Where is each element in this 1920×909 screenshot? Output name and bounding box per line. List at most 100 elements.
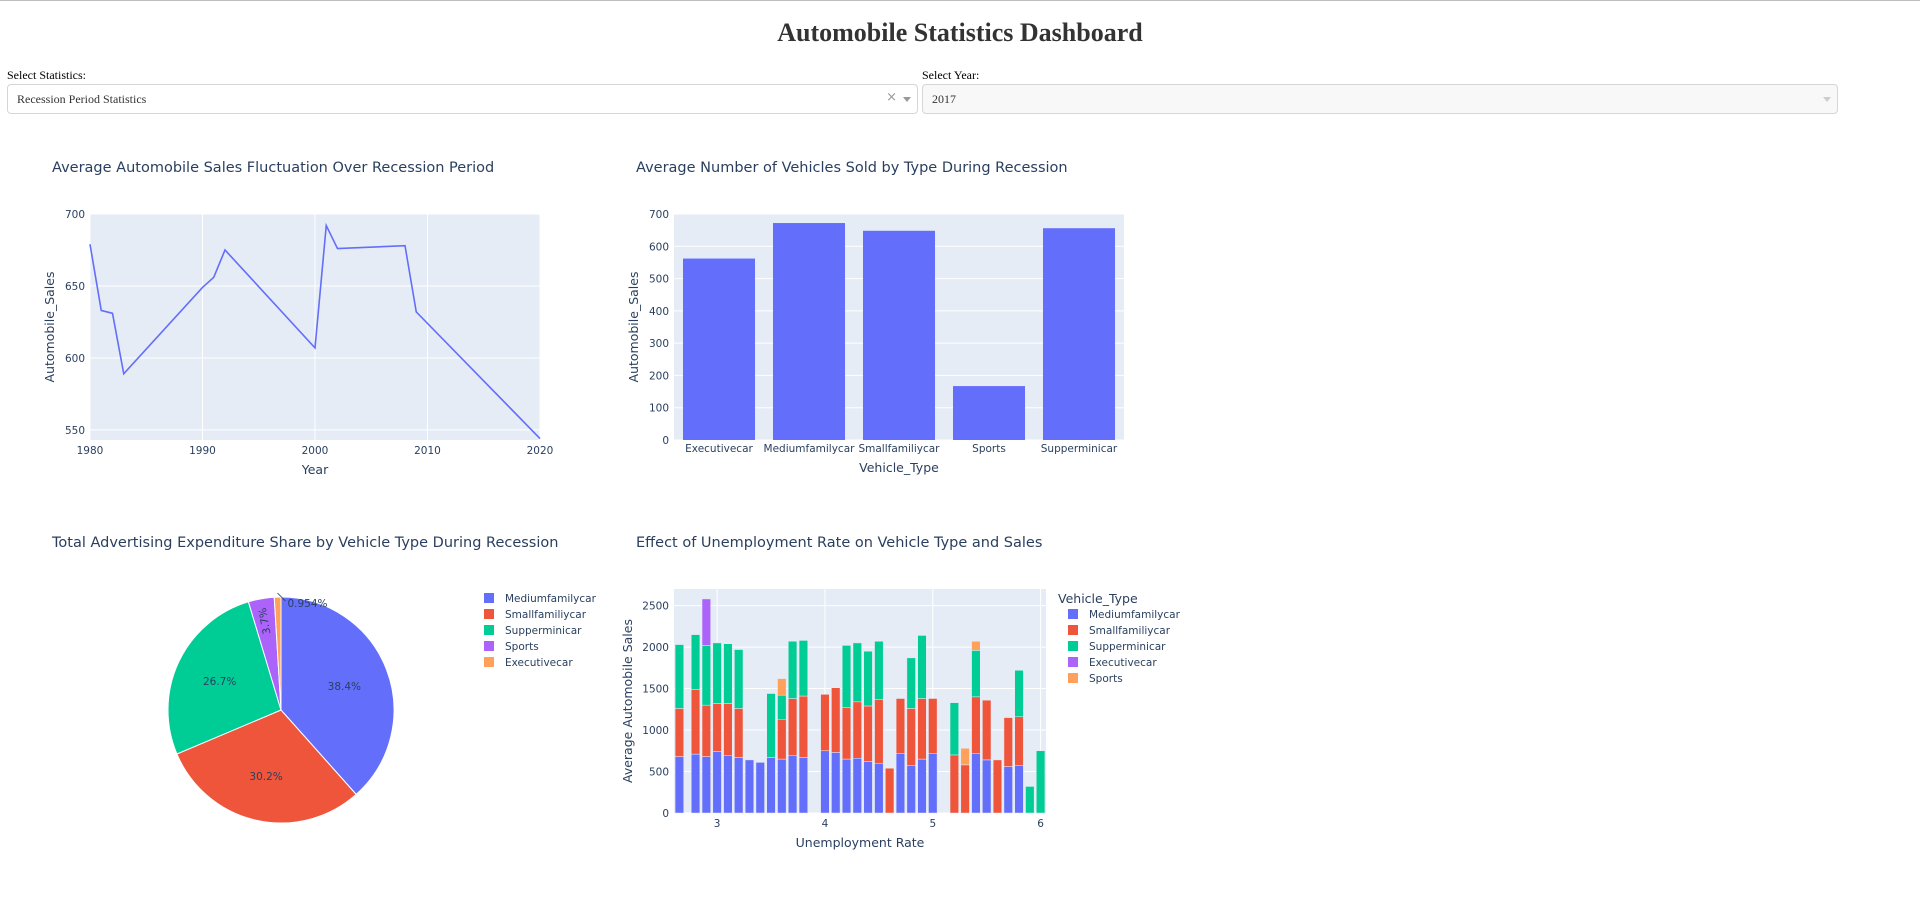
top-border — [0, 0, 1920, 1]
y-tick-label: 500 — [649, 767, 669, 779]
legend-swatch — [1068, 673, 1078, 683]
bar-segment — [831, 752, 841, 814]
x-tick-label: Executivecar — [685, 443, 753, 455]
select-statistics-dropdown[interactable]: Recession Period Statistics × — [7, 84, 918, 114]
x-tick-label: Supperminicar — [1041, 443, 1118, 455]
bar-segment — [701, 645, 711, 706]
bar-segment — [885, 767, 895, 814]
bar-segment — [852, 642, 862, 703]
bar — [1043, 228, 1115, 440]
legend-label: Executivecar — [1089, 657, 1157, 669]
bar-segment — [971, 650, 981, 698]
bar-segment — [1036, 750, 1046, 814]
bar-segment — [766, 693, 776, 758]
bar-segment — [712, 642, 722, 704]
chart-title: Effect of Unemployment Rate on Vehicle T… — [636, 535, 1042, 551]
bar-segment — [841, 645, 852, 708]
bar-segment — [798, 695, 808, 758]
bar-segment — [863, 650, 873, 707]
bar-segment — [674, 644, 684, 709]
x-tick-label: Mediumfamilycar — [764, 443, 856, 455]
bar-segment — [820, 750, 830, 814]
bar-segment — [734, 757, 744, 814]
select-year-dropdown[interactable]: 2017 — [922, 84, 1838, 114]
bar-segment — [766, 757, 776, 814]
legend-label: Supperminicar — [1089, 641, 1166, 653]
legend-label: Executivecar — [505, 657, 573, 669]
bar-segment — [798, 757, 808, 814]
y-tick-label: 500 — [649, 274, 669, 286]
x-tick-label: 4 — [822, 818, 829, 830]
bar-segment — [744, 759, 755, 814]
bar-segment — [971, 696, 981, 754]
clear-icon[interactable]: × — [886, 90, 897, 105]
y-axis-title: Automobile_Sales — [626, 272, 641, 383]
bar-segment — [982, 699, 992, 761]
page-title: Automobile Statistics Dashboard — [777, 18, 1143, 47]
bar-segment — [841, 707, 852, 760]
bar-segment — [863, 705, 873, 762]
legend-swatch — [1068, 625, 1078, 635]
y-tick-label: 1000 — [642, 725, 669, 737]
select-year-label: Select Year: — [922, 68, 980, 82]
legend-label: Smallfamiliycar — [505, 609, 587, 621]
bar-segment — [874, 762, 884, 814]
bar-segment — [723, 643, 733, 704]
y-tick-label: 400 — [649, 306, 669, 318]
x-tick-label: Sports — [972, 443, 1006, 455]
select-statistics-label: Select Statistics: — [7, 68, 86, 82]
y-tick-label: 0 — [662, 435, 669, 447]
y-tick-label: 100 — [649, 403, 669, 415]
y-tick-label: 650 — [65, 281, 85, 293]
x-axis-title: Year — [301, 462, 329, 477]
x-tick-label: 5 — [929, 818, 936, 830]
bar-segment — [906, 708, 916, 766]
bar-segment — [906, 765, 916, 814]
x-tick-label: 2000 — [302, 445, 329, 457]
legend-label: Mediumfamilycar — [1089, 609, 1181, 621]
y-axis-title: Average Automobile Sales — [620, 619, 635, 783]
bar-segment — [691, 753, 701, 814]
bar-segment — [831, 687, 841, 753]
slice-label: 30.2% — [249, 771, 282, 783]
bar-segment — [798, 640, 808, 697]
y-tick-label: 2000 — [642, 642, 669, 654]
chevron-down-icon[interactable] — [903, 97, 911, 102]
y-tick-label: 700 — [649, 209, 669, 221]
bar-segment — [982, 759, 992, 814]
bar — [683, 258, 755, 440]
legend-swatch — [484, 593, 494, 603]
bar-segment — [777, 719, 787, 760]
bar-segment — [841, 758, 852, 814]
chart-title: Average Number of Vehicles Sold by Type … — [636, 160, 1068, 176]
bar-segment — [777, 758, 787, 814]
bar-segment — [691, 634, 701, 690]
bar-segment — [1003, 717, 1013, 767]
bar-segment — [755, 762, 765, 814]
x-tick-label: 6 — [1037, 818, 1044, 830]
bar-segment — [895, 698, 905, 754]
bar-segment — [674, 708, 684, 757]
bar-segment — [992, 759, 1003, 814]
bar-segment — [971, 641, 981, 651]
bar-segment — [917, 635, 927, 699]
bar-segment — [906, 657, 916, 709]
bar-segment — [1014, 765, 1024, 814]
pie-chart-advertising-share: Total Advertising Expenditure Share by V… — [51, 535, 597, 824]
bar-segment — [712, 703, 722, 752]
bar-segment — [863, 761, 873, 814]
bar-segment — [874, 699, 884, 764]
bar-segment — [852, 757, 862, 814]
chevron-down-icon[interactable] — [1823, 97, 1831, 102]
bar — [953, 386, 1025, 440]
bar-segment — [691, 689, 701, 755]
x-tick-label: 2010 — [414, 445, 441, 457]
legend-title: Vehicle_Type — [1058, 591, 1138, 606]
bar-segment — [949, 754, 959, 814]
y-tick-label: 2500 — [642, 601, 669, 613]
bar-segment — [788, 641, 798, 699]
y-tick-label: 200 — [649, 370, 669, 382]
x-tick-label: 1980 — [77, 445, 104, 457]
bar-segment — [674, 756, 684, 814]
y-axis-title: Automobile_Sales — [42, 272, 57, 383]
